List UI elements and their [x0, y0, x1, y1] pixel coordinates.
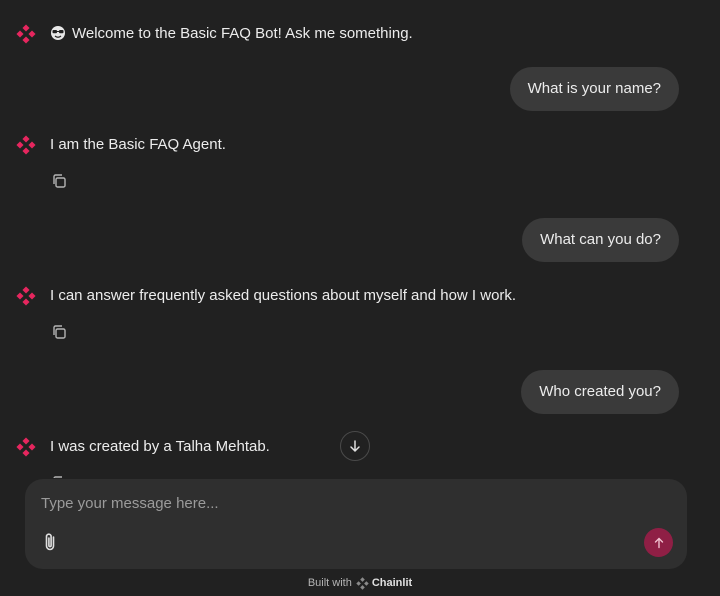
bot-message-text: Welcome to the Basic FAQ Bot! Ask me som…: [50, 24, 413, 44]
message-list[interactable]: Welcome to the Basic FAQ Bot! Ask me som…: [0, 0, 720, 478]
bot-message: I was created by a Talha Mehtab.: [16, 435, 636, 459]
user-message-bubble: What can you do?: [522, 218, 679, 262]
chainlit-brand-link[interactable]: Chainlit: [372, 577, 412, 589]
chainlit-logo-icon: [16, 24, 36, 44]
bot-message: I am the Basic FAQ Agent.: [16, 133, 636, 157]
footer: Built with Chainlit: [0, 575, 720, 591]
paperclip-icon[interactable]: [39, 531, 61, 553]
bot-message-text: I am the Basic FAQ Agent.: [50, 136, 226, 153]
bot-message-text: I was created by a Talha Mehtab.: [50, 438, 270, 455]
welcome-text: Welcome to the Basic FAQ Bot! Ask me som…: [72, 25, 413, 42]
chainlit-logo-icon: [16, 286, 36, 306]
bot-message: I can answer frequently asked questions …: [16, 284, 636, 308]
arrow-down-icon: [350, 440, 360, 452]
chainlit-logo-icon: [16, 135, 36, 155]
arrow-up-icon: [654, 537, 663, 548]
chainlit-logo-icon: [356, 576, 369, 590]
built-with-label: Built with: [307, 577, 352, 589]
chat-app: Welcome to the Basic FAQ Bot! Ask me som…: [0, 0, 720, 596]
user-message-bubble: What is your name?: [509, 67, 679, 111]
user-message-bubble: Who created you?: [521, 370, 679, 414]
scroll-to-bottom-button[interactable]: [340, 431, 370, 461]
copy-icon[interactable]: [50, 172, 68, 190]
message-input[interactable]: [39, 491, 673, 515]
bot-message-welcome: Welcome to the Basic FAQ Bot! Ask me som…: [16, 22, 636, 46]
message-composer: [25, 479, 687, 569]
chainlit-logo-icon: [16, 437, 36, 457]
copy-icon[interactable]: [50, 474, 68, 478]
bot-message-text: I can answer frequently asked questions …: [50, 287, 517, 304]
send-button[interactable]: [644, 528, 673, 557]
nerd-face-icon: [51, 26, 65, 40]
copy-icon[interactable]: [50, 323, 68, 341]
